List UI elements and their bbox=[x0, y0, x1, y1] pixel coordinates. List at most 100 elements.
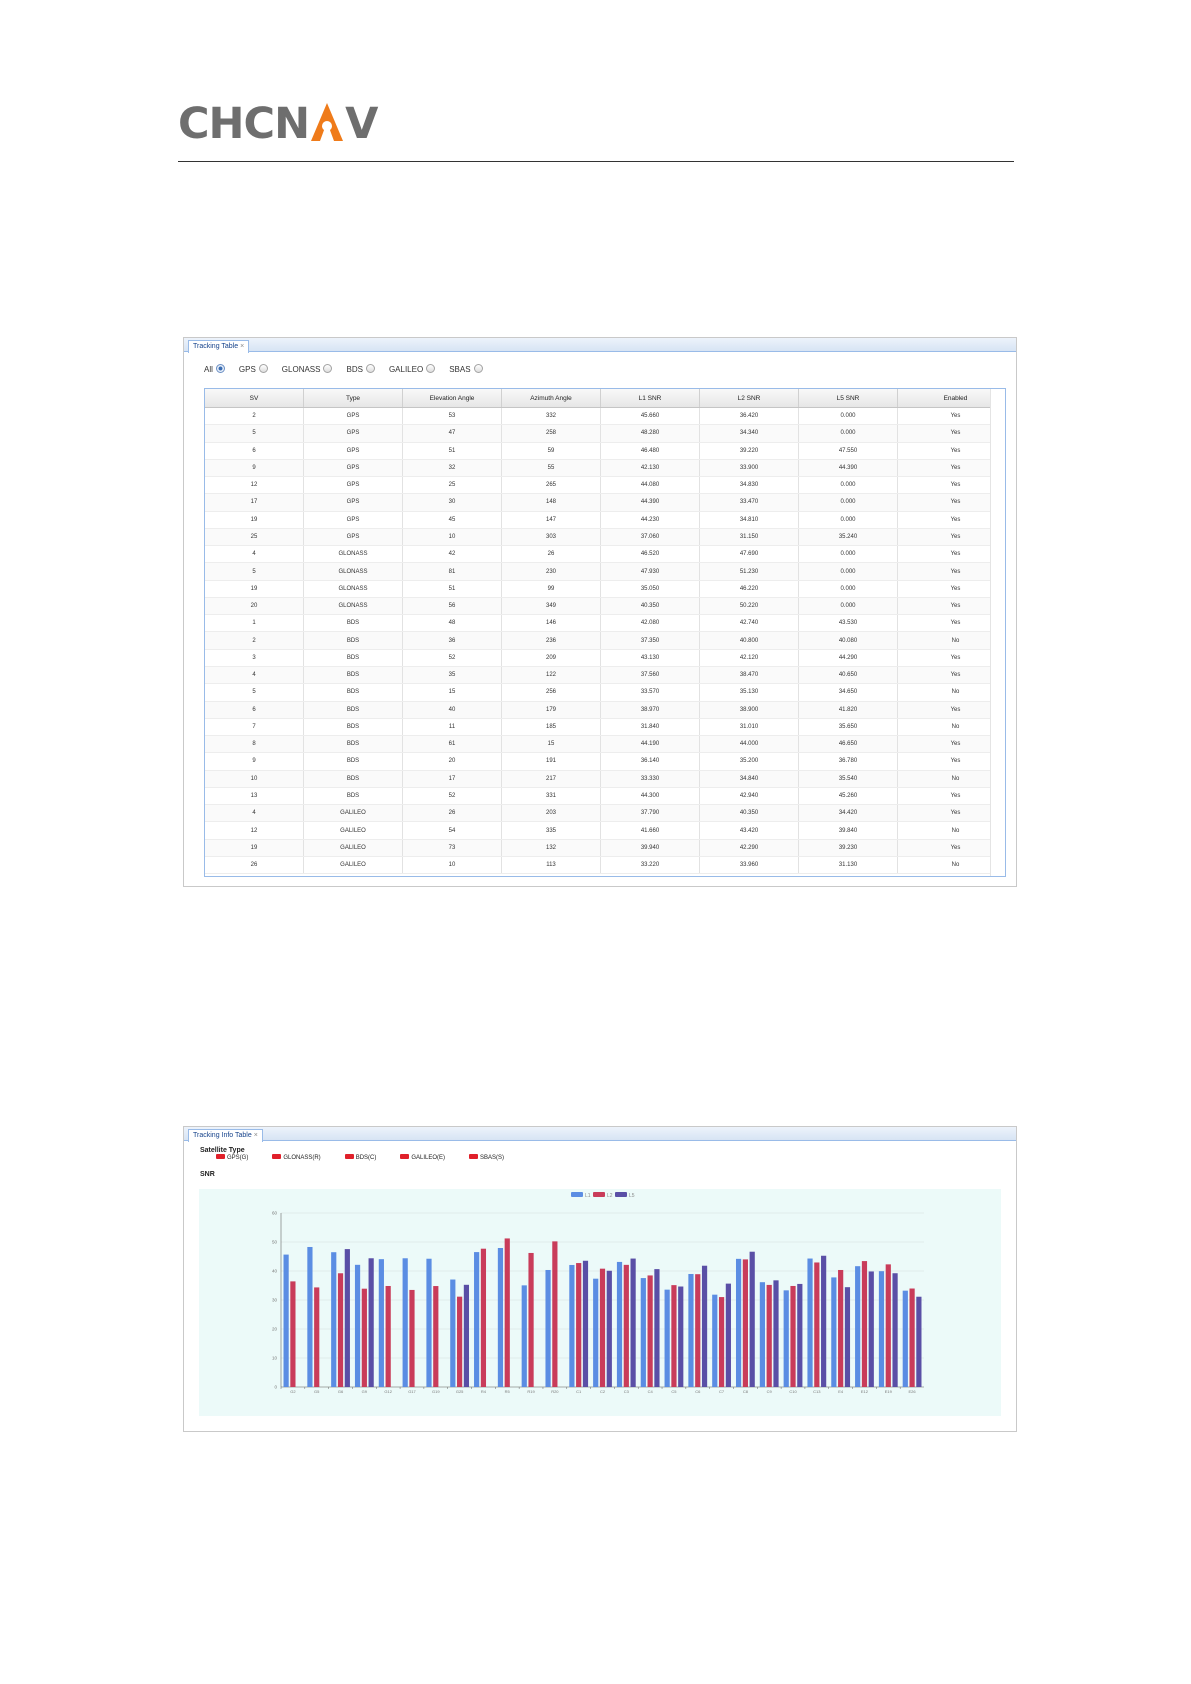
table-row[interactable]: 4 GLONASS 42 26 46.520 47.690 0.000 Yes bbox=[205, 545, 1005, 564]
table-cell: 9 bbox=[205, 459, 304, 478]
filter-glonass[interactable]: GLONASS bbox=[282, 364, 333, 376]
table-cell: BDS bbox=[303, 718, 403, 737]
filter-galileo[interactable]: GALILEO bbox=[389, 364, 436, 376]
column-header[interactable]: Azimuth Angle bbox=[501, 389, 601, 408]
table-row[interactable]: 2 BDS 36 236 37.350 40.800 40.080 No bbox=[205, 631, 1005, 650]
table-cell: 44.390 bbox=[600, 493, 700, 512]
column-header[interactable]: Elevation Angle bbox=[402, 389, 502, 408]
table-row[interactable]: 5 GLONASS 81 230 47.930 51.230 0.000 Yes bbox=[205, 562, 1005, 581]
table-cell: 47.690 bbox=[699, 545, 799, 564]
table-cell: 34.830 bbox=[699, 476, 799, 495]
bar-l2 bbox=[695, 1274, 701, 1387]
snr-title: SNR bbox=[200, 1171, 215, 1178]
table-row[interactable]: 19 GALILEO 73 132 39.940 42.290 39.230 Yes bbox=[205, 839, 1005, 857]
table-cell: 230 bbox=[501, 562, 601, 581]
bar-l1 bbox=[283, 1254, 289, 1387]
filter-bds[interactable]: BDS bbox=[346, 364, 375, 376]
table-row[interactable]: 6 BDS 40 179 38.970 38.900 41.820 Yes bbox=[205, 701, 1005, 719]
column-header[interactable]: L1 SNR bbox=[600, 389, 700, 408]
bar-l1 bbox=[569, 1264, 575, 1387]
table-row[interactable]: 9 BDS 20 191 36.140 35.200 36.780 Yes bbox=[205, 752, 1005, 771]
column-header[interactable]: L2 SNR bbox=[699, 389, 799, 408]
x-tick-label: G19 bbox=[432, 1389, 440, 1394]
table-cell: 0.000 bbox=[798, 476, 898, 495]
filter-radio-button[interactable] bbox=[323, 364, 333, 373]
table-row[interactable]: 12 GALILEO 54 335 41.660 43.420 39.840 No bbox=[205, 821, 1005, 840]
table-cell: GALILEO bbox=[303, 839, 403, 857]
satellite-type-item[interactable]: GLONASS(R) bbox=[272, 1154, 321, 1161]
satellite-type-swatch bbox=[400, 1154, 410, 1159]
bar-l5 bbox=[606, 1270, 612, 1387]
tab-close-icon[interactable]: × bbox=[254, 1132, 258, 1139]
table-row[interactable]: 10 BDS 17 217 33.330 34.840 35.540 No bbox=[205, 770, 1005, 788]
table-cell: 10 bbox=[402, 528, 502, 547]
filter-radio-button[interactable] bbox=[426, 364, 436, 373]
table-row[interactable]: 19 GLONASS 51 99 35.050 46.220 0.000 Yes bbox=[205, 580, 1005, 598]
table-row[interactable]: 8 BDS 61 15 44.190 44.000 46.650 Yes bbox=[205, 735, 1005, 754]
tab-tracking-table[interactable]: Tracking Table × bbox=[188, 340, 250, 353]
table-row[interactable]: 6 GPS 51 59 46.480 39.220 47.550 Yes bbox=[205, 442, 1005, 460]
table-row[interactable]: 1 BDS 48 146 42.080 42.740 43.530 Yes bbox=[205, 614, 1005, 633]
satellite-type-swatch bbox=[272, 1154, 282, 1159]
filter-radio-button[interactable] bbox=[258, 364, 268, 373]
table-cell: GALILEO bbox=[303, 821, 403, 840]
filter-radio-button[interactable] bbox=[215, 364, 225, 373]
table-cell: 20 bbox=[205, 597, 304, 616]
table-cell: 26 bbox=[402, 804, 502, 823]
table-row[interactable]: 26 GALILEO 10 113 33.220 33.960 31.130 No bbox=[205, 856, 1005, 875]
filter-radio-button[interactable] bbox=[473, 364, 483, 373]
y-tick-label: 40 bbox=[272, 1269, 278, 1274]
table-scrollbar[interactable] bbox=[990, 389, 1005, 876]
table-row[interactable]: 5 GPS 47 258 48.280 34.340 0.000 Yes bbox=[205, 424, 1005, 443]
table-cell: 10 bbox=[205, 770, 304, 788]
table-cell: 8 bbox=[205, 735, 304, 754]
table-cell: 38.900 bbox=[699, 701, 799, 719]
table-cell: 335 bbox=[501, 821, 601, 840]
table-cell: 0.000 bbox=[798, 562, 898, 581]
bar-l1 bbox=[735, 1258, 742, 1387]
satellite-type-item[interactable]: BDS(C) bbox=[344, 1154, 376, 1161]
table-row[interactable]: 13 BDS 52 331 44.300 42.940 45.260 Yes bbox=[205, 787, 1005, 806]
table-row[interactable]: 7 BDS 11 185 31.840 31.010 35.650 No bbox=[205, 718, 1005, 737]
column-header[interactable]: Type bbox=[303, 389, 403, 408]
satellite-type-label: GALILEO(E) bbox=[411, 1155, 446, 1161]
table-row[interactable]: 25 GPS 10 303 37.060 31.150 35.240 Yes bbox=[205, 528, 1005, 547]
column-header[interactable]: SV bbox=[205, 389, 304, 408]
filter-gps[interactable]: GPS bbox=[239, 364, 268, 376]
satellite-type-item[interactable]: GPS(G) bbox=[216, 1154, 248, 1161]
table-cell: GPS bbox=[303, 459, 403, 478]
table-row[interactable]: 2 GPS 53 332 45.660 36.420 0.000 Yes bbox=[205, 407, 1005, 426]
bar-l5 bbox=[725, 1283, 731, 1387]
satellite-type-swatch bbox=[469, 1154, 479, 1159]
table-cell: 0.000 bbox=[798, 424, 898, 443]
table-row[interactable]: 9 GPS 32 55 42.130 33.900 44.390 Yes bbox=[205, 459, 1005, 478]
satellite-type-item[interactable]: SBAS(S) bbox=[469, 1154, 504, 1161]
table-row[interactable]: 17 GPS 30 148 44.390 33.470 0.000 Yes bbox=[205, 493, 1005, 512]
filter-sbas[interactable]: SBAS bbox=[449, 364, 483, 376]
filter-radio-button[interactable] bbox=[365, 364, 375, 373]
satellite-type-item[interactable]: GALILEO(E) bbox=[400, 1154, 445, 1161]
filter-all[interactable]: All bbox=[204, 364, 225, 376]
x-tick-label: R4 bbox=[481, 1389, 487, 1394]
logo-location-pin-icon bbox=[311, 103, 344, 141]
tab-tracking-info-table[interactable]: Tracking Info Table × bbox=[188, 1129, 263, 1142]
x-tick-label: R20 bbox=[551, 1389, 559, 1394]
table-row[interactable]: 4 GALILEO 26 203 37.790 40.350 34.420 Yes bbox=[205, 804, 1005, 823]
table-cell: 48.280 bbox=[600, 424, 700, 443]
bar-l1 bbox=[497, 1248, 504, 1387]
column-header[interactable]: L5 SNR bbox=[798, 389, 898, 408]
constellation-filter-bar: All GPS GLONASS BDS GALILEO SBAS bbox=[204, 364, 497, 376]
logo-text-right: V bbox=[345, 99, 378, 149]
table-row[interactable]: 20 GLONASS 56 349 40.350 50.220 0.000 Yes bbox=[205, 597, 1005, 616]
table-row[interactable]: 4 BDS 35 122 37.560 38.470 40.650 Yes bbox=[205, 666, 1005, 685]
snr-bar-chart: L1 L2 L5 0 10 20 30 40 50 60 G2 G5 G6 G9 G12 G17 G19 G25 R… bbox=[272, 1192, 924, 1394]
tab-close-icon[interactable]: × bbox=[240, 343, 244, 350]
bar-l1 bbox=[831, 1277, 837, 1387]
table-cell: 42.130 bbox=[600, 459, 700, 478]
table-row[interactable]: 12 GPS 25 265 44.080 34.830 0.000 Yes bbox=[205, 476, 1005, 495]
table-row[interactable]: 5 BDS 15 256 33.570 35.130 34.650 No bbox=[205, 683, 1005, 702]
table-cell: 26 bbox=[205, 856, 304, 875]
table-row[interactable]: 19 GPS 45 147 44.230 34.810 0.000 Yes bbox=[205, 511, 1005, 529]
table-cell: 11 bbox=[402, 718, 502, 737]
table-row[interactable]: 3 BDS 52 209 43.130 42.120 44.290 Yes bbox=[205, 649, 1005, 667]
